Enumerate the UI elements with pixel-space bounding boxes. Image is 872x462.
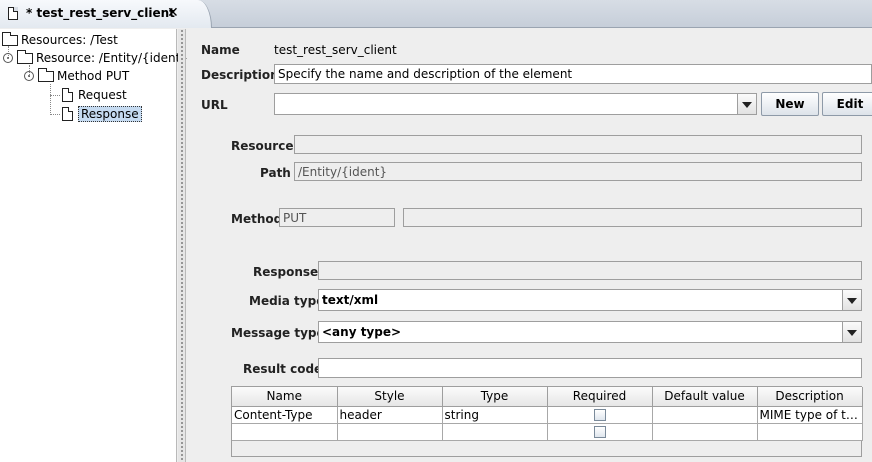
folder-icon xyxy=(38,67,54,82)
column-header-default[interactable]: Default value xyxy=(652,387,758,407)
edit-button[interactable]: Edit xyxy=(822,92,872,116)
cell-name[interactable] xyxy=(232,423,338,441)
chevron-down-icon[interactable] xyxy=(842,322,861,342)
tree-connector xyxy=(50,114,60,115)
chevron-down-icon[interactable] xyxy=(842,290,861,310)
name-label: Name xyxy=(201,43,240,57)
result-code-label: Result code xyxy=(243,362,323,376)
file-icon xyxy=(62,88,73,102)
tab-title: * test_rest_serv_client xyxy=(26,6,175,20)
cell-default[interactable] xyxy=(652,423,758,441)
panel-splitter[interactable] xyxy=(178,29,186,462)
tree-item-resources[interactable]: Resources: /Test xyxy=(2,31,118,49)
cell-type[interactable]: string xyxy=(442,406,548,424)
response-field xyxy=(318,261,862,280)
tree-connector xyxy=(50,95,60,96)
cell-type[interactable] xyxy=(442,423,548,441)
method-field: PUT xyxy=(279,208,395,227)
chevron-down-icon[interactable] xyxy=(737,94,756,114)
resource-label: Resource xyxy=(231,139,294,153)
message-type-combo[interactable]: <any type> xyxy=(318,321,862,343)
tree-item-request[interactable]: Request xyxy=(62,86,127,104)
message-type-value: <any type> xyxy=(322,325,402,339)
table-header-row: Name Style Type Required Default value D… xyxy=(232,387,863,407)
cell-required[interactable] xyxy=(547,406,653,424)
column-header-style[interactable]: Style xyxy=(337,387,443,407)
splitter-grip[interactable] xyxy=(180,29,184,462)
media-type-combo[interactable]: text/xml xyxy=(318,289,862,311)
new-button[interactable]: New xyxy=(761,92,819,116)
parameters-table: Name Style Type Required Default value D… xyxy=(231,386,863,457)
tree-item-response[interactable]: Response xyxy=(62,105,142,123)
tree-item-label: Resource: /Entity/{ident} xyxy=(36,51,188,65)
tree-connector xyxy=(50,84,51,115)
method-extra-field xyxy=(403,208,862,227)
cell-style[interactable] xyxy=(337,423,443,441)
tree-item-label: Request xyxy=(78,88,127,102)
media-type-value: text/xml xyxy=(322,293,379,307)
path-label: Path xyxy=(260,166,291,180)
column-header-description[interactable]: Description xyxy=(757,387,863,407)
file-icon xyxy=(62,107,73,121)
editor-tab[interactable]: * test_rest_serv_client ✕ xyxy=(0,0,212,28)
cell-description[interactable] xyxy=(757,423,863,441)
cell-style[interactable]: header xyxy=(337,406,443,424)
document-icon xyxy=(8,7,18,20)
description-label: Description xyxy=(201,68,279,82)
url-label: URL xyxy=(201,98,228,112)
editor-tab-strip: * test_rest_serv_client ✕ xyxy=(0,0,872,28)
path-field: /Entity/{ident} xyxy=(294,162,862,181)
cell-required[interactable] xyxy=(547,423,653,441)
column-header-required[interactable]: Required xyxy=(547,387,653,407)
url-combo[interactable] xyxy=(274,93,757,115)
result-code-field[interactable] xyxy=(318,358,862,378)
cell-default[interactable] xyxy=(652,406,758,424)
table-row[interactable] xyxy=(232,423,863,441)
method-label: Method xyxy=(231,212,283,226)
tree-item-label: Method PUT xyxy=(57,69,130,83)
required-checkbox[interactable] xyxy=(593,426,606,438)
resource-tree: Resources: /Test Resource: /Entity/{iden… xyxy=(0,29,188,462)
cell-description[interactable]: MIME type of the ... xyxy=(757,406,863,424)
resource-field xyxy=(294,135,862,154)
required-checkbox[interactable] xyxy=(593,409,606,421)
description-field[interactable]: Specify the name and description of the … xyxy=(274,64,872,84)
table-row[interactable]: Content-Type header string MIME type of … xyxy=(232,406,863,424)
column-header-name[interactable]: Name xyxy=(232,387,338,407)
expand-handle-icon[interactable] xyxy=(3,53,13,63)
column-header-type[interactable]: Type xyxy=(442,387,548,407)
tree-item-method-put[interactable]: Method PUT xyxy=(24,67,129,85)
tree-item-label: Response xyxy=(78,106,142,122)
folder-icon xyxy=(17,49,33,64)
media-type-label: Media type xyxy=(249,294,325,308)
cell-name[interactable]: Content-Type xyxy=(232,406,338,424)
response-label: Response xyxy=(253,265,319,279)
message-type-label: Message type xyxy=(231,326,325,340)
folder-icon xyxy=(2,31,18,46)
element-editor: Name test_rest_serv_client Description S… xyxy=(187,29,872,462)
expand-handle-icon[interactable] xyxy=(24,71,34,81)
tree-item-resource-entity[interactable]: Resource: /Entity/{ident} xyxy=(3,49,188,67)
tree-item-label: Resources: /Test xyxy=(21,33,118,47)
name-value: test_rest_serv_client xyxy=(274,43,397,57)
close-icon[interactable]: ✕ xyxy=(167,5,179,21)
